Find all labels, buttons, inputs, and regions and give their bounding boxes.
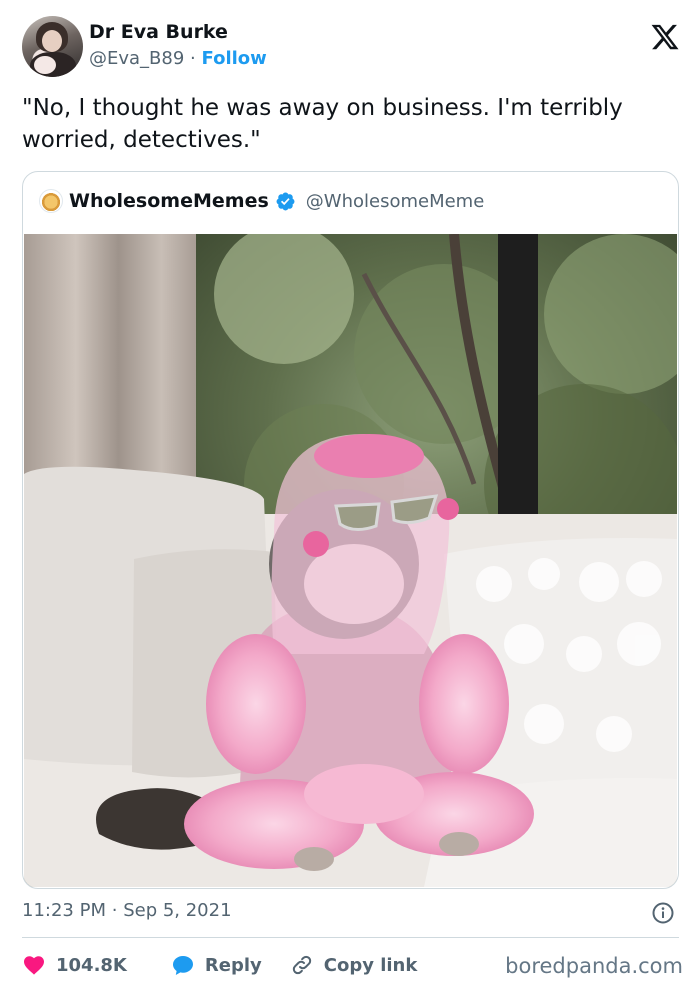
timestamp-separator: · — [111, 900, 118, 921]
timestamp-time: 11:23 PM — [22, 900, 106, 921]
quoted-tweet-card[interactable]: WholesomeMemes @WholesomeMeme — [22, 171, 679, 889]
tweet-text: "No, I thought he was away on business. … — [22, 95, 623, 153]
author-avatar[interactable] — [22, 16, 83, 77]
quoted-author-name[interactable]: WholesomeMemes — [69, 190, 269, 212]
author-handle[interactable]: @Eva_B89 — [89, 48, 184, 69]
heart-icon — [24, 956, 44, 975]
timestamp[interactable]: 11:23 PM · Sep 5, 2021 — [22, 900, 232, 921]
copy-link-label: Copy link — [323, 954, 418, 976]
author-name[interactable]: Dr Eva Burke — [89, 21, 228, 43]
link-icon — [292, 955, 311, 975]
quoted-avatar[interactable] — [39, 189, 63, 213]
author-handle-line: @Eva_B89 · Follow — [89, 48, 267, 69]
separator-dot: · — [190, 48, 196, 69]
tweet-header: Dr Eva Burke @Eva_B89 · Follow — [22, 16, 682, 78]
like-count: 104.8K — [56, 954, 127, 976]
action-bar: 104.8K Reply Copy link — [22, 951, 417, 979]
watermark: boredpanda.com — [505, 954, 683, 978]
verified-icon — [276, 192, 295, 210]
follow-button[interactable]: Follow — [202, 48, 267, 69]
reply-button[interactable]: Reply — [171, 953, 262, 977]
quoted-photo[interactable] — [24, 234, 677, 887]
copy-link-button[interactable]: Copy link — [290, 953, 418, 977]
divider — [22, 937, 679, 938]
info-icon[interactable] — [651, 901, 675, 925]
x-logo-icon[interactable] — [650, 22, 680, 52]
quoted-tweet-header: WholesomeMemes @WholesomeMeme — [39, 188, 484, 214]
reply-label: Reply — [204, 954, 262, 976]
quoted-author-handle[interactable]: @WholesomeMeme — [306, 191, 485, 212]
reply-bubble-icon — [172, 956, 193, 975]
like-button[interactable]: 104.8K — [22, 953, 127, 977]
timestamp-date: Sep 5, 2021 — [123, 900, 232, 921]
